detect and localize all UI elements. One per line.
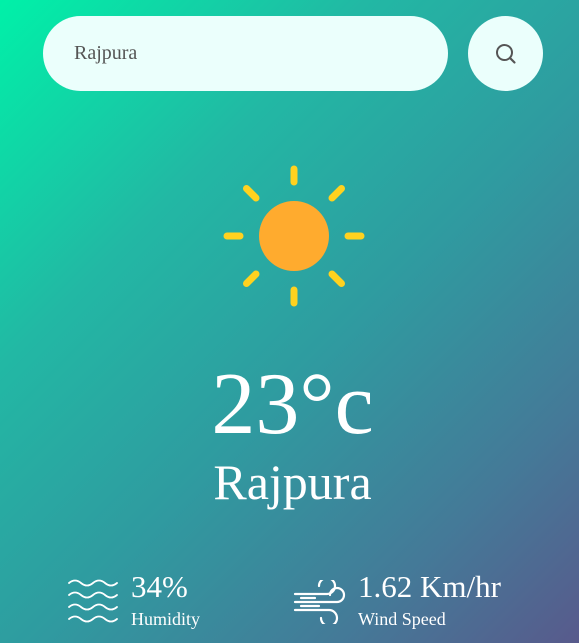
temperature: 23°c <box>211 356 374 453</box>
wind-speed-value: 1.62 Km/hr <box>358 569 501 604</box>
search-input[interactable] <box>43 16 448 91</box>
humidity-waves-icon <box>68 579 118 623</box>
humidity-value: 34% <box>131 569 188 604</box>
city-name: Rajpura <box>213 454 372 510</box>
humidity-label: Humidity <box>131 609 201 629</box>
wind-icon <box>293 580 346 624</box>
search-field[interactable] <box>43 16 448 91</box>
sun-icon <box>223 165 365 307</box>
search-icon <box>495 43 516 64</box>
wind-speed-label: Wind Speed <box>358 609 446 629</box>
search-button[interactable] <box>468 16 543 91</box>
